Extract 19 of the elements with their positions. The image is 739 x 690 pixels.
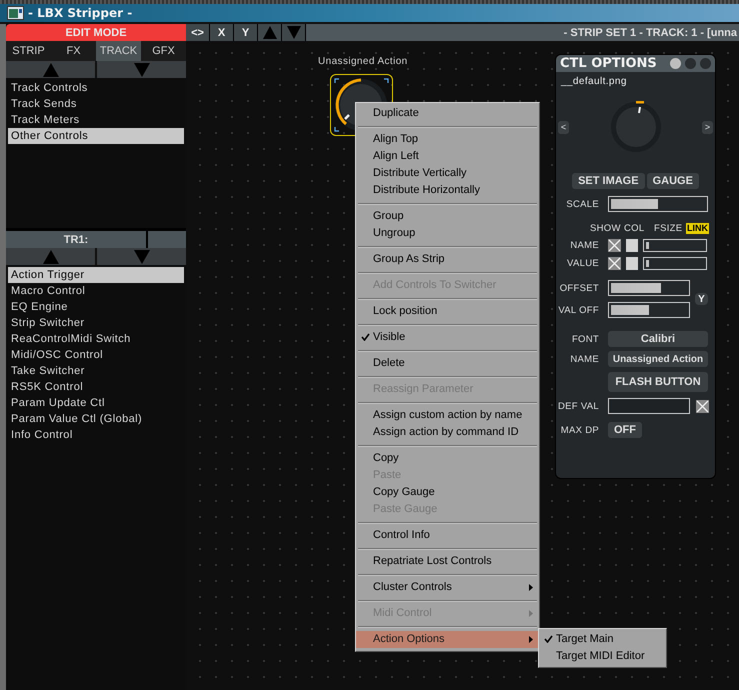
column-header: SHOW bbox=[590, 222, 621, 234]
column-header: COL bbox=[624, 222, 644, 234]
strip-info: - STRIP SET 1 - TRACK: 1 - [unna bbox=[564, 26, 738, 38]
column-header: FSIZE bbox=[654, 222, 682, 234]
field-label: DEF VAL bbox=[557, 400, 599, 412]
control-label: Unassigned Action bbox=[318, 56, 408, 67]
field-label: FONT bbox=[570, 334, 599, 344]
field-label: NAME bbox=[569, 240, 599, 250]
field-label: OFFSET bbox=[558, 282, 599, 294]
field-label: VAL OFF bbox=[557, 304, 599, 316]
field-label: NAME bbox=[569, 354, 599, 364]
field-label: SCALE bbox=[565, 198, 599, 210]
window-title: - LBX Stripper - bbox=[28, 6, 132, 20]
image-filename: __default.png bbox=[560, 75, 628, 87]
track-header: TR1: bbox=[6, 231, 146, 248]
field-label: VALUE bbox=[566, 258, 599, 268]
field-label: MAX DP bbox=[560, 424, 599, 436]
mode-banner: EDIT MODE bbox=[6, 24, 186, 41]
panel-title: CTL OPTIONS bbox=[560, 56, 658, 71]
